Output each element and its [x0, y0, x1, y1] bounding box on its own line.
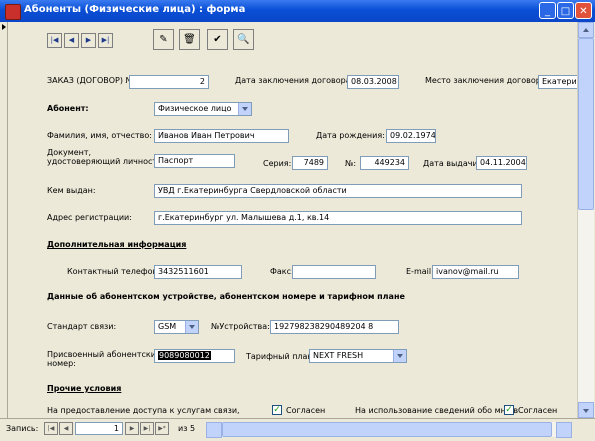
record-label: Запись: — [6, 424, 39, 433]
section-other-heading: Прочие условия — [47, 384, 122, 393]
standard-label: Стандарт связи: — [47, 322, 117, 331]
agree1-checkbox[interactable]: ✓ — [272, 405, 282, 415]
subscriber-combo[interactable]: Физическое лицо — [154, 102, 252, 116]
chevron-down-icon[interactable] — [185, 321, 198, 333]
standard-combo[interactable]: GSM — [154, 320, 199, 334]
device-no-field[interactable]: 192798238290489204 8 — [270, 320, 399, 334]
number-label: №: — [345, 159, 357, 168]
address-label: Адрес регистрации: — [47, 213, 132, 222]
contract-date-label: Дата заключения договора: — [235, 76, 354, 85]
window-title: Абоненты (Физические лица) : форма — [24, 4, 246, 15]
subscriber-label: Абонент: — [47, 104, 89, 113]
section-device-heading: Данные об абонентском устройстве, абонен… — [47, 292, 405, 301]
rec-first-button[interactable]: |◀ — [44, 422, 58, 435]
full-name-field[interactable]: Иванов Иван Петрович — [154, 129, 289, 143]
delete-icon[interactable]: 🗑 — [179, 29, 200, 50]
series-label: Серия: — [263, 159, 292, 168]
agree1-label: Согласен — [286, 406, 326, 415]
maximize-button[interactable]: □ — [557, 2, 574, 19]
birth-date-field[interactable]: 09.02.1974 — [386, 129, 436, 143]
form-body: |◀ ◀ ▶ ▶| ✎ 🗑 ✔ 🔍 ЗАКАЗ (ДОГОВОР) № 2 Да… — [8, 22, 577, 418]
assigned-number-label-line2: номер: — [47, 359, 76, 368]
email-label: E-mail: — [406, 267, 434, 276]
horizontal-scrollbar[interactable] — [206, 422, 572, 438]
section-additional-heading: Дополнительная информация — [47, 240, 187, 249]
fax-label: Факс: — [270, 267, 294, 276]
form-window: Абоненты (Физические лица) : форма _ □ ✕… — [0, 0, 595, 441]
rec-new-button[interactable]: ▶* — [155, 422, 169, 435]
current-record-icon — [2, 24, 6, 30]
rec-next-button[interactable]: ▶ — [125, 422, 139, 435]
contract-date-field[interactable]: 08.03.2008 — [347, 75, 399, 89]
order-field[interactable]: 2 — [129, 75, 209, 89]
device-no-label: №Устройства: — [211, 322, 270, 331]
issue-date-field[interactable]: 04.11.2004 — [476, 156, 527, 170]
record-selector[interactable] — [0, 22, 8, 418]
record-navigation-bar: Запись: |◀ ◀ 1 ▶ ▶| ▶* из 5 — [0, 418, 595, 441]
save-icon[interactable]: ✔ — [207, 29, 228, 50]
assigned-number-field[interactable]: 9089080012 — [154, 349, 235, 363]
chevron-down-icon[interactable] — [393, 350, 406, 362]
tariff-value: NEXT FRESH — [313, 351, 364, 360]
close-button[interactable]: ✕ — [575, 2, 592, 19]
h-scroll-thumb[interactable] — [222, 422, 552, 437]
order-label: ЗАКАЗ (ДОГОВОР) № — [47, 76, 134, 85]
title-bar: Абоненты (Физические лица) : форма _ □ ✕ — [0, 0, 595, 22]
agree2-label: Согласен — [518, 406, 558, 415]
last-record-button[interactable]: ▶| — [98, 33, 113, 48]
find-icon[interactable]: 🔍 — [233, 29, 254, 50]
first-record-button[interactable]: |◀ — [47, 33, 62, 48]
use-info-text: На использование сведений обо мне в — [355, 406, 519, 415]
subscriber-value: Физическое лицо — [158, 104, 232, 113]
document-field[interactable]: Паспорт — [154, 154, 235, 168]
minimize-button[interactable]: _ — [539, 2, 556, 19]
birth-date-label: Дата рождения: — [316, 131, 385, 140]
access-text: На предоставление доступа к услугам связ… — [47, 406, 240, 415]
previous-record-button[interactable]: ◀ — [64, 33, 79, 48]
access-form-icon — [5, 4, 21, 20]
issued-by-field[interactable]: УВД г.Екатеринбурга Свердловской области — [154, 184, 522, 198]
contract-place-label: Место заключения договора: — [425, 76, 549, 85]
scroll-down-button[interactable] — [578, 402, 594, 418]
assigned-number-selected-text: 9089080012 — [158, 351, 211, 360]
arrow-down-icon — [583, 409, 589, 413]
rec-last-button[interactable]: ▶| — [140, 422, 154, 435]
chevron-down-icon[interactable] — [238, 103, 251, 115]
issue-date-label: Дата выдачи: — [423, 159, 481, 168]
email-field[interactable]: ivanov@mail.ru — [432, 265, 519, 279]
contract-place-field[interactable]: Екатерин — [538, 75, 577, 89]
series-field[interactable]: 7489 — [292, 156, 328, 170]
standard-value: GSM — [158, 322, 177, 331]
issued-by-label: Кем выдан: — [47, 186, 96, 195]
address-field[interactable]: г.Екатеринбург ул. Малышева д.1, кв.14 — [154, 211, 522, 225]
record-number-field[interactable]: 1 — [75, 422, 123, 435]
number-field[interactable]: 449234 — [360, 156, 409, 170]
scroll-left-button[interactable] — [206, 422, 222, 438]
assigned-number-label-line1: Присвоенный абонентский — [47, 350, 162, 359]
phone-label: Контактный телефон: — [67, 267, 161, 276]
scroll-thumb[interactable] — [578, 38, 594, 210]
vertical-scrollbar[interactable] — [577, 22, 594, 418]
edit-icon[interactable]: ✎ — [153, 29, 174, 50]
rec-prev-button[interactable]: ◀ — [59, 422, 73, 435]
document-label-line1: Документ, — [47, 148, 92, 157]
tariff-combo[interactable]: NEXT FRESH — [309, 349, 407, 363]
scroll-right-button[interactable] — [556, 422, 572, 438]
record-count-label: из 5 — [178, 424, 196, 433]
next-record-button[interactable]: ▶ — [81, 33, 96, 48]
phone-field[interactable]: 3432511601 — [154, 265, 242, 279]
arrow-up-icon — [583, 28, 589, 32]
scroll-up-button[interactable] — [578, 22, 594, 38]
fax-field[interactable] — [292, 265, 376, 279]
document-label-line2: удостоверяющий личность: — [47, 157, 165, 166]
agree2-checkbox[interactable]: ✓ — [504, 405, 514, 415]
tariff-label: Тарифный план: — [246, 352, 316, 361]
full-name-label: Фамилия, имя, отчество: — [47, 131, 152, 140]
